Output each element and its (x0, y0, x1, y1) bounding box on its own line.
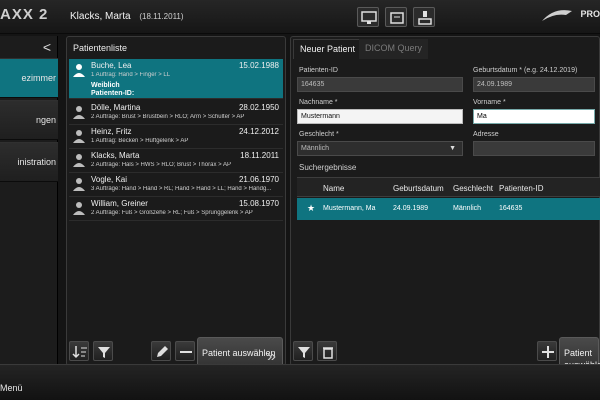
result-birthdate: 24.09.1989 (393, 205, 429, 212)
star-icon[interactable]: ★ (307, 203, 315, 214)
gender-select[interactable]: Männlich ▼ (297, 141, 463, 156)
menu-button[interactable]: Menü (0, 383, 23, 393)
patient-gender: Weiblich (91, 82, 120, 89)
nav-item-label: inistration (17, 157, 56, 167)
patient-row[interactable]: Klacks, Marta 18.11.2011 2 Aufträge: Hal… (69, 149, 283, 173)
patient-avatar-icon (73, 202, 85, 215)
patient-orders: 2 Aufträge: Hals > HWS > RLO; Brust > Th… (91, 162, 231, 168)
tab-dicom-query[interactable]: DICOM Query (359, 39, 429, 59)
archive-icon[interactable] (385, 7, 407, 27)
patient-birthdate: 15.08.1970 (238, 199, 279, 208)
patient-row[interactable]: William, Greiner 15.08.1970 2 Aufträge: … (69, 197, 283, 221)
left-navigation: < ezimmer ngen inistration (0, 36, 58, 364)
col-birthdate[interactable]: Geburtsdatum (393, 184, 444, 193)
col-patient-id[interactable]: Patienten-ID (499, 184, 543, 193)
filter-button[interactable] (93, 341, 113, 361)
new-patient-panel: Neuer Patient DICOM Query Patienten-ID 1… (290, 36, 600, 379)
current-patient-date: (18.11.2011) (139, 12, 184, 21)
patient-name: Vogle, Kai (91, 175, 128, 184)
firstname-field[interactable]: Ma (473, 109, 595, 124)
dropdown-arrow-icon: ▼ (449, 145, 456, 152)
patient-list-panel: Patientenliste Buche, Lea 15.02.1988 1 A… (66, 36, 286, 379)
results-header: Name Geburtsdatum Geschlecht Patienten-I… (297, 177, 600, 197)
patient-name: Buche, Lea (91, 61, 132, 70)
add-button[interactable] (537, 341, 557, 361)
patient-avatar-icon (73, 64, 85, 77)
patient-avatar-icon (73, 154, 85, 167)
trash-icon (323, 347, 333, 359)
patient-row[interactable]: Dölle, Martina 28.02.1950 2 Aufträge: Br… (69, 101, 283, 125)
patient-name: William, Greiner (91, 199, 148, 208)
nav-item-label: ngen (35, 115, 56, 125)
patient-avatar-icon (73, 178, 85, 191)
result-name: Mustermann, Ma (323, 205, 376, 212)
address-label: Adresse (473, 131, 499, 138)
clear-button[interactable] (317, 341, 337, 361)
col-name[interactable]: Name (323, 184, 344, 193)
minus-icon (180, 351, 192, 353)
birthdate-hint: (e.g. 24.12.2019) (523, 67, 578, 74)
patient-birthdate: 24.12.2012 (238, 127, 279, 136)
patient-orders: 3 Aufträge: Hand > Hand > RL; Hand > Han… (91, 186, 272, 192)
gender-value: Männlich (301, 145, 330, 152)
patient-row[interactable]: Heinz, Fritz 24.12.2012 1 Auftrag: Becke… (69, 125, 283, 149)
patient-id-field[interactable]: 164635 (297, 77, 463, 92)
patient-avatar-icon (73, 106, 85, 119)
result-row[interactable]: ★ Mustermann, Ma 24.09.1989 Männlich 164… (297, 198, 600, 220)
result-id: 164635 (499, 205, 523, 212)
patient-name: Klacks, Marta (91, 151, 140, 160)
nav-item-label: ezimmer (21, 73, 56, 83)
patient-id-label: Patienten-ID: (91, 90, 135, 97)
patient-orders: 1 Auftrag: Hand > Finger > LL (91, 72, 171, 78)
patient-orders: 1 Auftrag: Becken > Hüftgelenk > AP (91, 138, 189, 144)
plus-icon (542, 346, 554, 358)
top-bar: AXX 2 Klacks, Marta (18.11.2011) PRO (0, 0, 600, 34)
edit-button[interactable] (151, 341, 171, 361)
filter-button[interactable] (293, 341, 313, 361)
nav-item-1[interactable]: ezimmer (0, 58, 58, 98)
nav-item-2[interactable]: ngen (0, 100, 58, 140)
patient-avatar-icon (73, 130, 85, 143)
patient-id-label: Patienten-ID (299, 67, 338, 74)
address-field[interactable] (473, 141, 595, 156)
col-gender[interactable]: Geschlecht (453, 184, 493, 193)
patient-row[interactable]: Buche, Lea 15.02.1988 1 Auftrag: Hand > … (69, 59, 283, 99)
collapse-nav-button[interactable]: < (43, 39, 51, 55)
pencil-icon (157, 346, 168, 357)
sort-icon (72, 346, 87, 359)
bottom-bar: Menü (0, 364, 600, 400)
patient-birthdate: 18.11.2011 (240, 151, 279, 160)
patient-birthdate: 21.06.1970 (238, 175, 279, 184)
nav-item-3[interactable]: inistration (0, 142, 58, 182)
sort-button[interactable] (69, 341, 89, 361)
lastname-field[interactable]: Mustermann (297, 109, 463, 124)
patient-orders: 2 Aufträge: Fuß > Großzehe > RL; Fuß > S… (91, 210, 253, 216)
logo-text: PRO (580, 9, 600, 19)
patient-birthdate: 15.02.1988 (238, 61, 279, 70)
patient-name: Dölle, Martina (91, 103, 141, 112)
birthdate-label: Geburtsdatum * (e.g. 24.12.2019) (473, 67, 578, 74)
firstname-label: Vorname * (473, 99, 506, 106)
result-gender: Männlich (453, 205, 482, 212)
gender-label: Geschlecht * (299, 131, 339, 138)
results-title: Suchergebnisse (299, 163, 357, 172)
app-brand: AXX 2 (0, 6, 49, 23)
patient-birthdate: 28.02.1950 (238, 103, 279, 112)
monitor-icon[interactable] (357, 7, 379, 27)
patient-name: Heinz, Fritz (91, 127, 132, 136)
remove-button[interactable] (175, 341, 195, 361)
filter-icon (98, 347, 110, 358)
patient-row[interactable]: Vogle, Kai 21.06.1970 3 Aufträge: Hand >… (69, 173, 283, 197)
filter-icon (298, 347, 310, 358)
patient-orders: 2 Aufträge: Brust > Brustbein > RLO; Arm… (91, 114, 245, 120)
birthdate-field[interactable]: 24.09.1989 (473, 77, 595, 92)
current-patient: Klacks, Marta (18.11.2011) (70, 11, 184, 22)
tab-new-patient[interactable]: Neuer Patient (293, 39, 363, 59)
current-patient-name: Klacks, Marta (70, 11, 131, 22)
patient-list-title: Patientenliste (73, 43, 128, 53)
lastname-label: Nachname * (299, 99, 338, 106)
scanner-icon[interactable] (413, 7, 435, 27)
select-patient-label: Patient auswählen (202, 348, 276, 358)
